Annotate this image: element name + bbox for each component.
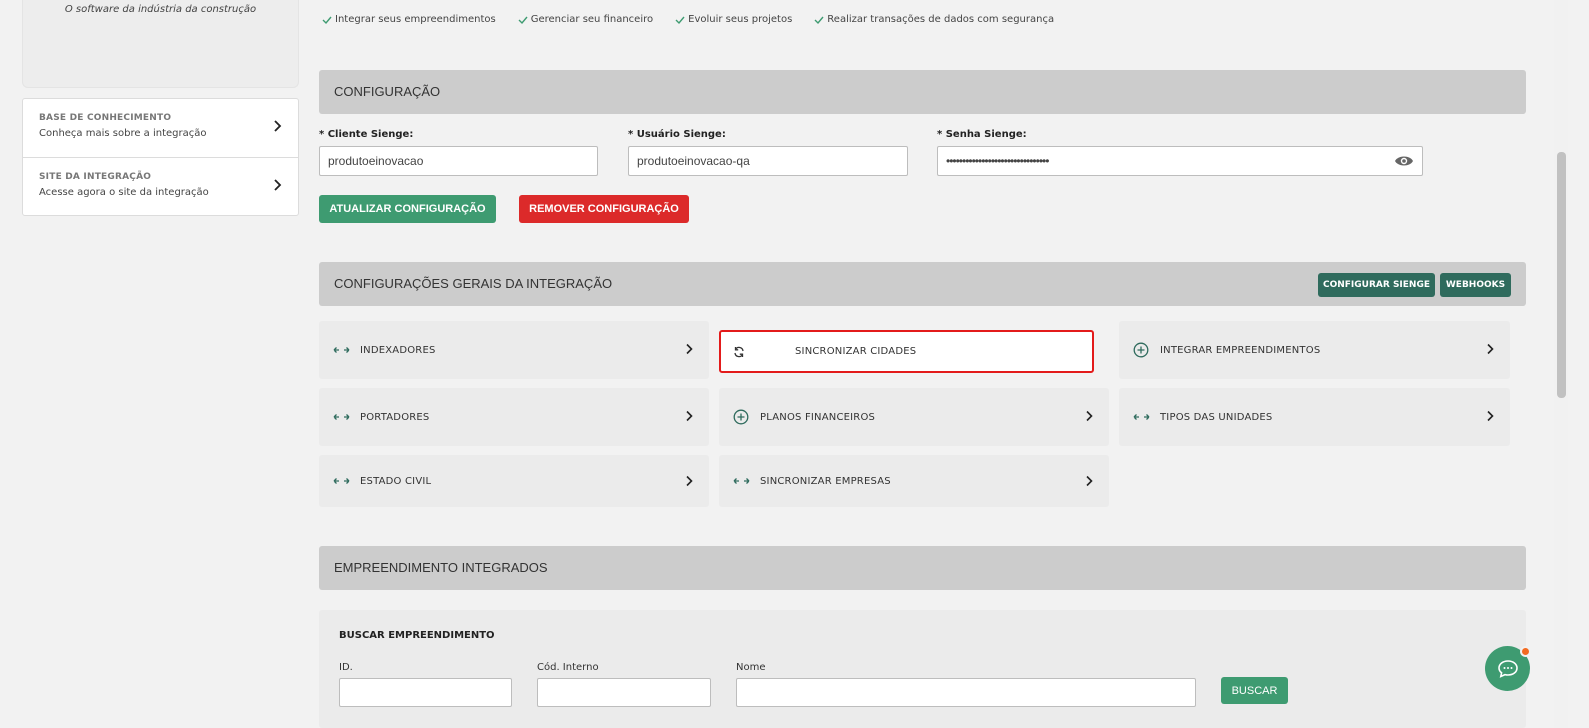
search-title: BUSCAR EMPREENDIMENTO [339,630,495,641]
card-indexadores[interactable]: INDEXADORES [319,321,709,379]
card-label: INTEGRAR EMPREENDIMENTOS [1160,344,1321,356]
card-label: PORTADORES [360,411,430,423]
plus-circle-icon [733,409,753,425]
section-title: CONFIGURAÇÕES GERAIS DA INTEGRAÇÃO [334,276,613,291]
cod-interno-input[interactable] [537,678,711,707]
usuario-label: * Usuário Sienge: [628,129,726,140]
card-label: PLANOS FINANCEIROS [760,411,876,423]
configure-sienge-button[interactable]: CONFIGURAR SIENGE [1318,273,1435,297]
arrows-icon [333,412,353,422]
card-label: ESTADO CIVIL [360,475,432,487]
card-planos-financeiros[interactable]: PLANOS FINANCEIROS [719,388,1109,446]
password-field[interactable]: •••••••••••••••••••••••••••••••• [937,146,1423,176]
nome-label: Nome [736,662,766,673]
remove-config-button[interactable]: REMOVER CONFIGURAÇÃO [519,195,689,223]
card-label: SINCRONIZAR CIDADES [795,346,917,357]
config-section-header: CONFIGURAÇÃO [319,70,1526,114]
usuario-field[interactable]: produtoeinovacao-qa [628,146,908,176]
chevron-right-icon [274,179,282,191]
benefit-text: Evoluir seus projetos [688,14,793,25]
brand-card: O software da indústria da construção [22,0,299,88]
check-icon [675,16,685,24]
chevron-right-icon [1487,343,1494,355]
knowledge-base-link[interactable]: BASE DE CONHECIMENTO Conheça mais sobre … [23,99,298,157]
arrows-icon [1133,412,1153,422]
section-title: CONFIGURAÇÃO [334,84,441,99]
scrollbar[interactable] [1554,0,1568,728]
id-label: ID. [339,662,353,673]
benefit-text: Integrar seus empreendimentos [335,14,496,25]
senha-label: * Senha Sienge: [937,129,1027,140]
card-label: SINCRONIZAR EMPRESAS [760,475,891,487]
check-icon [322,16,332,24]
scrollbar-thumb[interactable] [1557,152,1566,398]
search-button[interactable]: BUSCAR [1221,677,1288,704]
card-integrar-empreendimentos[interactable]: INTEGRAR EMPREENDIMENTOS [1119,321,1510,379]
cliente-label: * Cliente Sienge: [319,129,414,140]
arrows-icon [333,345,353,355]
card-estado-civil[interactable]: ESTADO CIVIL [319,455,709,507]
check-icon [814,16,824,24]
plus-circle-icon [1133,342,1153,358]
card-tipos-das-unidades[interactable]: TIPOS DAS UNIDADES [1119,388,1510,446]
card-label: INDEXADORES [360,344,436,356]
sidebar-links: BASE DE CONHECIMENTO Conheça mais sobre … [22,98,299,216]
notification-badge [1520,646,1531,657]
chevron-right-icon [1086,475,1093,487]
cliente-field[interactable]: produtoeinovacao [319,146,598,176]
arrows-icon [333,476,353,486]
integration-site-link[interactable]: SITE DA INTEGRAÇÃO Acesse agora o site d… [23,157,298,215]
search-panel: BUSCAR EMPREENDIMENTO ID. Cód. Interno N… [319,610,1526,728]
benefit-text: Gerenciar seu financeiro [530,14,654,25]
link-title: BASE DE CONHECIMENTO [39,113,172,123]
chevron-right-icon [274,120,282,132]
sidebar: O software da indústria da construção BA… [22,0,299,216]
chevron-right-icon [1086,410,1093,422]
card-label: TIPOS DAS UNIDADES [1160,411,1273,423]
card-sincronizar-empresas[interactable]: SINCRONIZAR EMPRESAS [719,455,1109,507]
link-title: SITE DA INTEGRAÇÃO [39,172,152,182]
link-subtitle: Conheça mais sobre a integração [39,128,207,139]
benefit-item: Evoluir seus projetos [675,14,792,25]
benefit-item: Integrar seus empreendimentos [322,14,496,25]
section-title: EMPREENDIMENTO INTEGRADOS [334,560,548,575]
link-subtitle: Acesse agora o site da integração [39,187,209,198]
chat-icon [1497,659,1518,678]
card-sincronizar-cidades[interactable]: SINCRONIZAR CIDADES [719,330,1094,373]
eye-icon[interactable] [1394,154,1414,168]
cod-interno-label: Cód. Interno [537,662,599,673]
chevron-right-icon [1487,410,1494,422]
integrated-section-header: EMPREENDIMENTO INTEGRADOS [319,546,1526,590]
update-config-button[interactable]: ATUALIZAR CONFIGURAÇÃO [319,195,496,223]
benefit-text: Realizar transações de dados com seguran… [827,14,1055,25]
arrows-icon [733,476,753,486]
chevron-right-icon [686,410,693,422]
chevron-right-icon [686,475,693,487]
benefit-item: Realizar transações de dados com seguran… [814,14,1054,25]
webhooks-button[interactable]: WEBHOOKS [1440,273,1511,297]
sync-icon [733,346,753,358]
check-icon [518,16,528,24]
card-portadores[interactable]: PORTADORES [319,388,709,446]
benefit-item: Gerenciar seu financeiro [518,14,653,25]
tagline: O software da indústria da construção [64,4,257,15]
benefits-list: Integrar seus empreendimentos Gerenciar … [322,14,1076,25]
id-input[interactable] [339,678,512,707]
password-value: •••••••••••••••••••••••••••••••• [946,154,1049,168]
chevron-right-icon [686,343,693,355]
nome-input[interactable] [736,678,1196,707]
